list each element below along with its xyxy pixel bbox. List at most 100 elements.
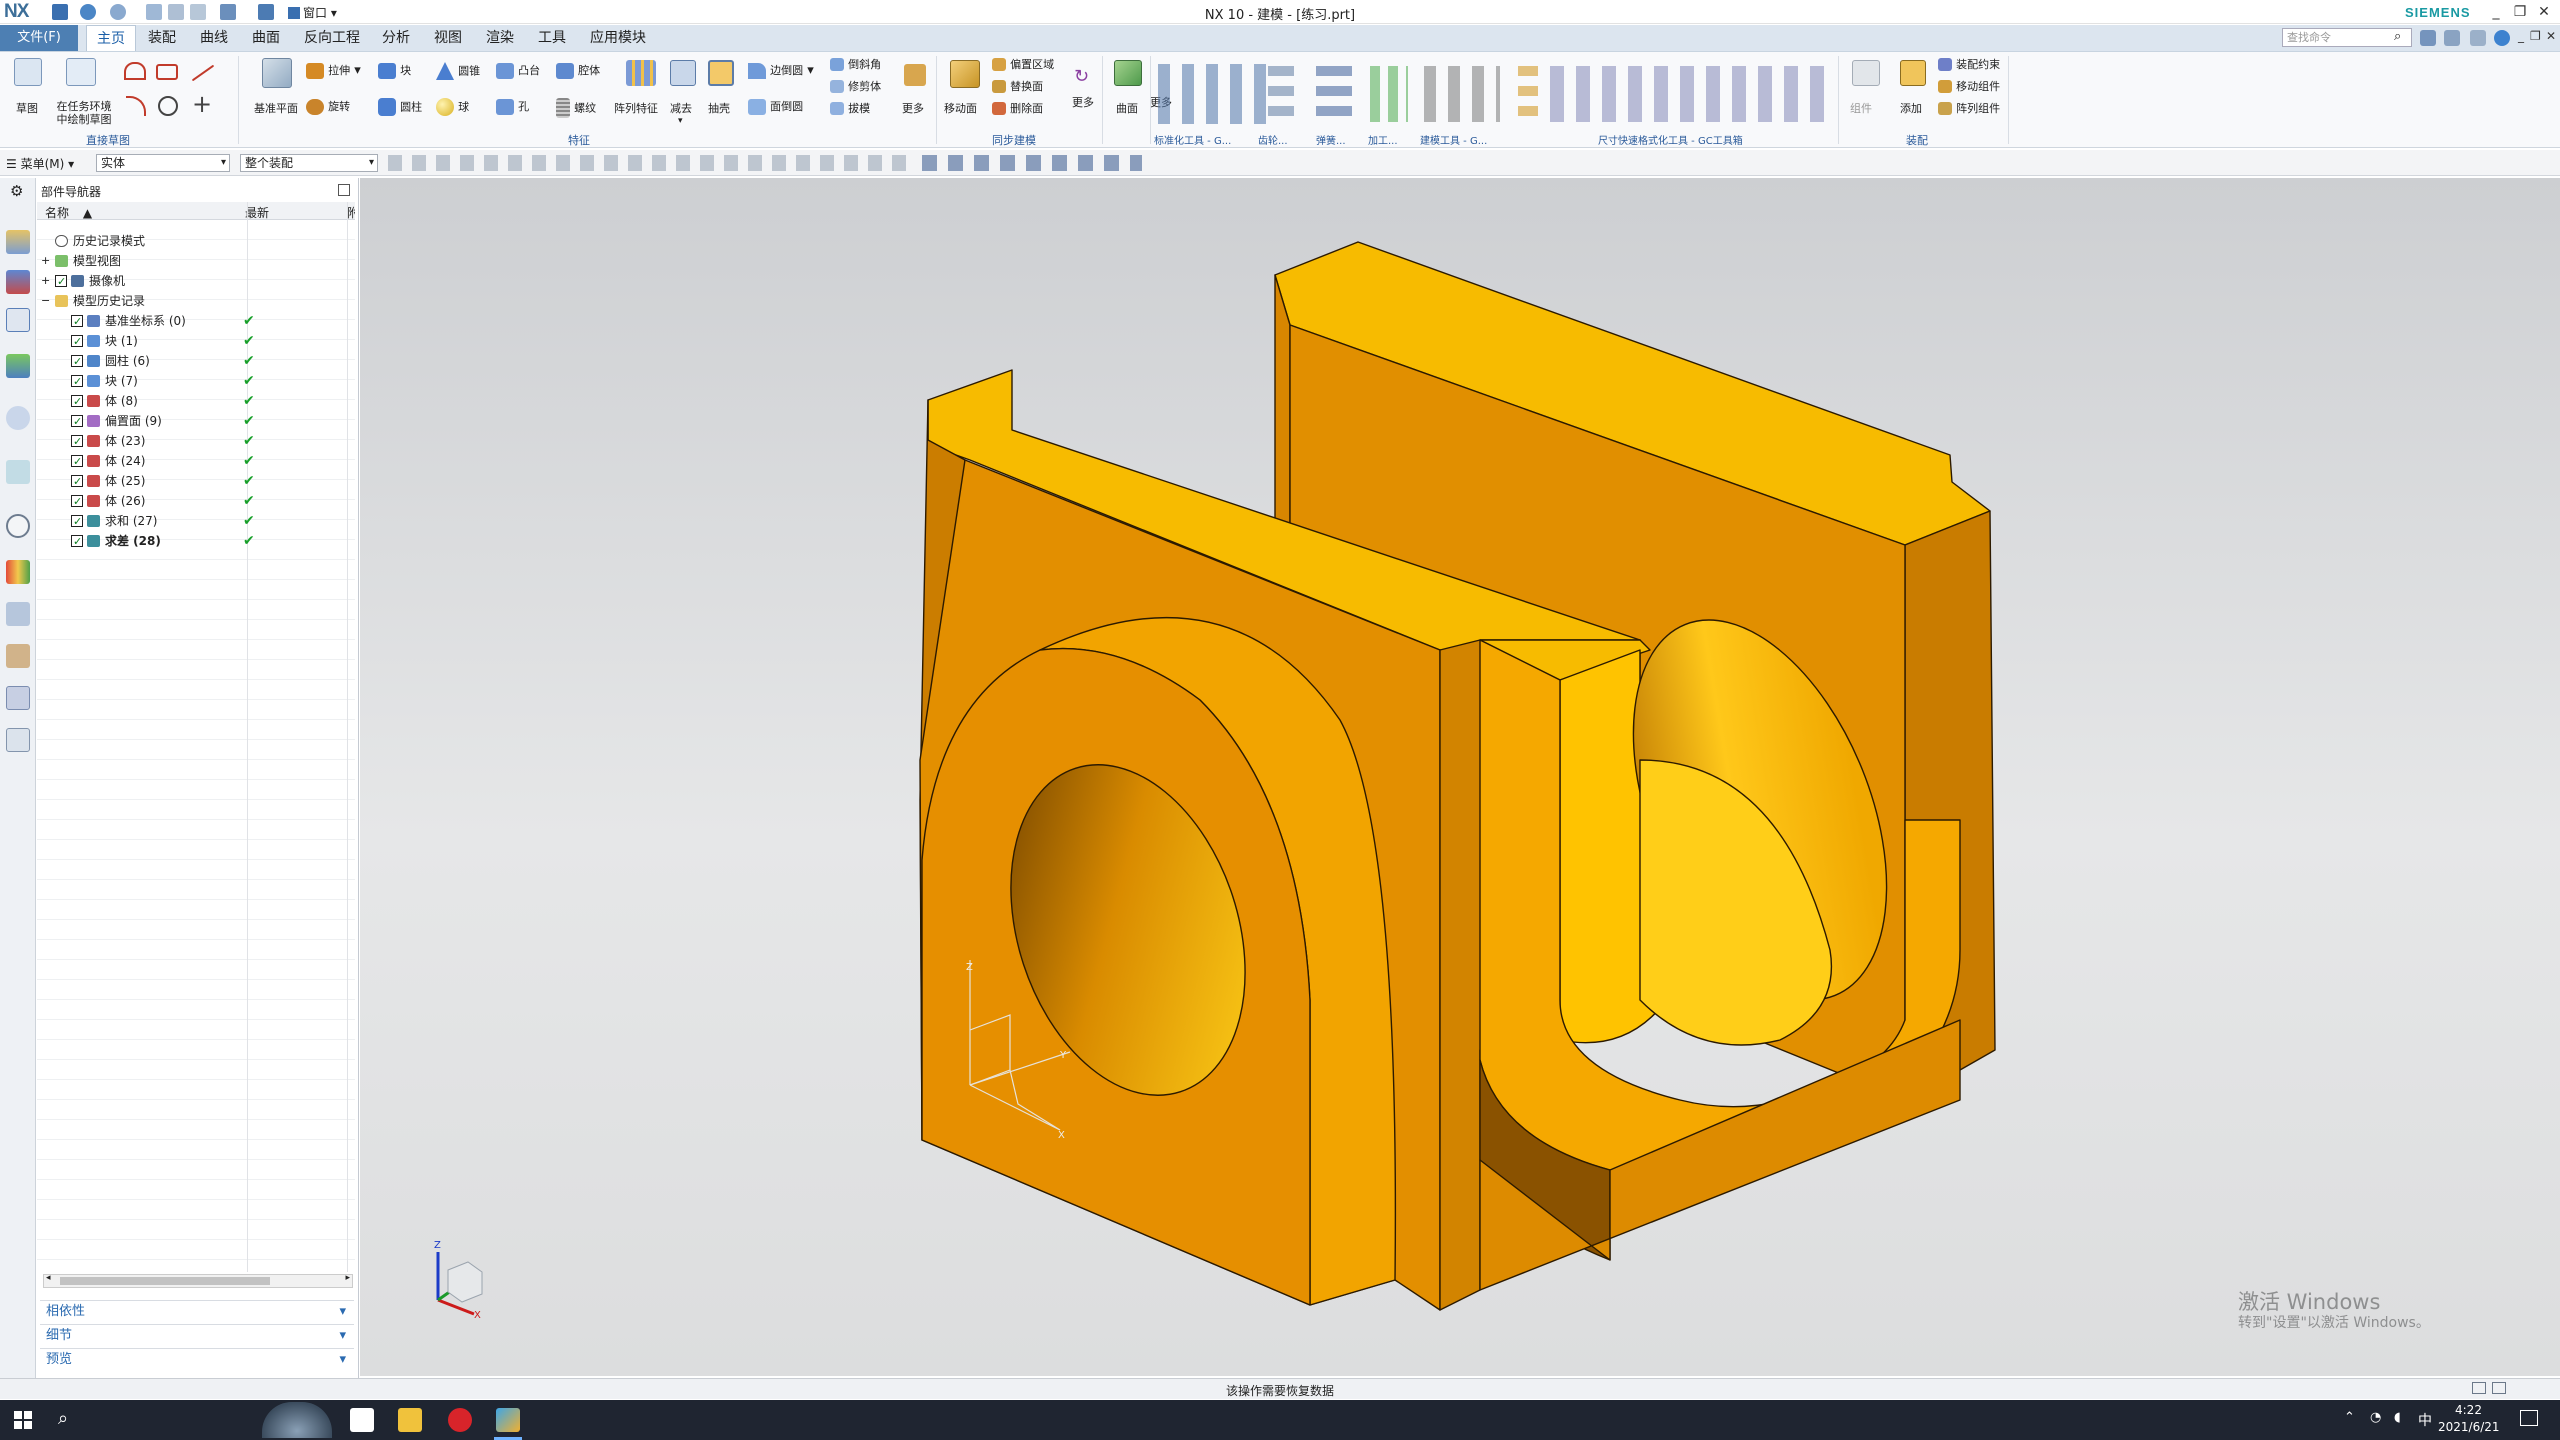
snap-point-icons[interactable] [388, 155, 908, 171]
tree-row-feature[interactable]: 圆柱 (6) ✔ [37, 351, 355, 372]
scroll-left-icon[interactable]: ◂ [46, 1273, 51, 1283]
arc-icon[interactable] [126, 96, 146, 116]
type-filter-dropdown[interactable]: 实体 [96, 154, 230, 172]
tab-applications[interactable]: 应用模块 [580, 25, 656, 51]
tree-row-feature[interactable]: 块 (1) ✔ [37, 331, 355, 352]
process-studio-icon[interactable] [6, 602, 30, 626]
tree-row-model-history[interactable]: − 模型历史记录 [37, 291, 355, 311]
media-app-icon[interactable] [448, 1408, 472, 1432]
clock-date[interactable]: 2021/6/21 [2438, 1420, 2500, 1434]
tree-row-model-views[interactable]: + 模型视图 [37, 251, 355, 271]
tab-assembly[interactable]: 装配 [138, 25, 186, 51]
tree-row-feature[interactable]: 基准坐标系 (0) ✔ [37, 311, 355, 332]
tab-render[interactable]: 渲染 [476, 25, 524, 51]
doc-restore-button[interactable]: ❐ [2530, 29, 2541, 43]
chamfer-button[interactable]: 倒斜角 [830, 56, 881, 72]
history-icon[interactable] [6, 514, 30, 538]
visibility-checkbox[interactable] [55, 272, 67, 292]
maximize-panel-icon[interactable] [338, 184, 350, 196]
line-icon[interactable] [191, 64, 215, 82]
palette-icon[interactable] [6, 560, 30, 584]
tree-row-feature[interactable]: 偏置面 (9) ✔ [37, 411, 355, 432]
feature-checkbox[interactable] [71, 372, 83, 392]
column-extra-header[interactable]: 附 [347, 204, 355, 221]
network-icon[interactable]: ◔ [2370, 1410, 2381, 1425]
expand-icon[interactable]: + [41, 271, 50, 291]
extrude-button[interactable]: 拉伸 ▾ [306, 62, 361, 79]
minimize-button[interactable]: _ [2486, 2, 2506, 22]
collapse-ribbon-icon[interactable] [2470, 30, 2486, 46]
details-panel[interactable]: 细节 [40, 1324, 354, 1347]
tree-row-feature[interactable]: 体 (24) ✔ [37, 451, 355, 472]
nx-app-icon[interactable] [496, 1408, 520, 1432]
delete-face-button[interactable]: 删除面 [992, 100, 1043, 116]
volume-icon[interactable]: ◖ [2394, 1410, 2401, 1425]
feature-checkbox[interactable] [71, 412, 83, 432]
revolve-button[interactable]: 旋转 [306, 98, 350, 115]
dependencies-panel[interactable]: 相依性 [40, 1300, 354, 1323]
web-browser-icon[interactable] [6, 460, 30, 484]
gear-tools-label[interactable]: 齿轮... [1258, 132, 1288, 147]
subtract-dropdown-icon[interactable]: ▾ [678, 116, 683, 126]
cylinder-button[interactable]: 圆柱 [378, 98, 422, 116]
feature-checkbox[interactable] [71, 492, 83, 512]
tree-row-feature[interactable]: 体 (26) ✔ [37, 491, 355, 512]
settings-gear-icon[interactable]: ⚙ [10, 182, 23, 200]
feature-checkbox[interactable] [71, 352, 83, 372]
part-model[interactable]: Z X Y Z X [360, 178, 2560, 1376]
file-document-icon[interactable] [350, 1408, 374, 1432]
constraint-navigator-icon[interactable] [6, 270, 30, 294]
system-scene-icon[interactable] [6, 686, 30, 710]
doc-minimize-button-2[interactable]: _ [2518, 29, 2524, 43]
tree-row-feature[interactable]: 体 (25) ✔ [37, 471, 355, 492]
rectangle-icon[interactable] [156, 64, 178, 80]
column-latest-header[interactable]: 最新 [245, 204, 269, 221]
block-button[interactable]: 块 [378, 62, 411, 79]
doc-close-button[interactable]: ✕ [2546, 29, 2556, 43]
hole-button[interactable]: 孔 [496, 98, 529, 115]
restore-button[interactable]: ❐ [2510, 2, 2530, 22]
weather-widget-icon[interactable] [262, 1402, 332, 1438]
tab-surface[interactable]: 曲面 [242, 25, 290, 51]
command-search-input[interactable]: 查找命令 [2282, 28, 2412, 47]
dimension-format-icons[interactable] [1550, 66, 1834, 122]
main-menu-button[interactable]: ☰ 菜单(M) ▾ [6, 155, 74, 172]
notification-icon[interactable] [2520, 1410, 2538, 1426]
modeling-tools-icons[interactable] [1424, 66, 1500, 122]
start-icon[interactable] [14, 1411, 32, 1429]
profile-icon[interactable] [124, 62, 146, 80]
selection-scope-dropdown[interactable]: 整个装配 [240, 154, 378, 172]
gc-extra-icons[interactable] [1518, 66, 1538, 122]
standardization-tools-label[interactable]: 标准化工具 - G... [1154, 132, 1231, 147]
trim-body-button[interactable]: 修剪体 [830, 78, 881, 94]
close-button[interactable]: ✕ [2534, 2, 2554, 22]
tab-view[interactable]: 视图 [424, 25, 472, 51]
tree-row-feature[interactable]: 求差 (28) ✔ [37, 531, 355, 552]
tree-row-cameras[interactable]: + 摄像机 [37, 271, 355, 292]
status-icon-2[interactable] [2492, 1382, 2506, 1394]
expand-icon[interactable]: + [41, 251, 50, 271]
help-icon[interactable] [2494, 30, 2510, 46]
pattern-component-button[interactable]: 阵列组件 [1938, 100, 2000, 116]
machining-tools-label[interactable]: 加工... [1368, 132, 1398, 147]
feature-checkbox[interactable] [71, 392, 83, 412]
taskbar-search-icon[interactable]: ⌕ [58, 1408, 68, 1429]
spring-tools-label[interactable]: 弹簧... [1316, 132, 1346, 147]
search-icon[interactable]: ⌕ [2394, 29, 2401, 44]
tab-analysis[interactable]: 分析 [372, 25, 420, 51]
move-component-button[interactable]: 移动组件 [1938, 78, 2000, 94]
view-tools-icons[interactable] [922, 155, 1142, 171]
system-materials-icon[interactable] [6, 728, 30, 752]
assembly-constraint-button[interactable]: 装配约束 [1938, 56, 2000, 72]
pocket-button[interactable]: 腔体 [556, 62, 600, 79]
modeling-tools-label[interactable]: 建模工具 - G... [1420, 132, 1487, 147]
standardization-tools-icons[interactable] [1158, 64, 1268, 124]
replace-face-button[interactable]: 替换面 [992, 78, 1043, 94]
tray-expand-icon[interactable]: ⌃ [2344, 1410, 2355, 1425]
input-method-indicator[interactable]: 中 [2418, 1410, 2432, 1430]
offset-region-button[interactable]: 偏置区域 [992, 56, 1054, 72]
sync-refresh-icon[interactable]: ↻ [1074, 66, 1094, 87]
spring-tools-icons[interactable] [1316, 66, 1352, 122]
tree-row-feature[interactable]: 块 (7) ✔ [37, 371, 355, 392]
gear-tools-icons[interactable] [1268, 66, 1294, 122]
